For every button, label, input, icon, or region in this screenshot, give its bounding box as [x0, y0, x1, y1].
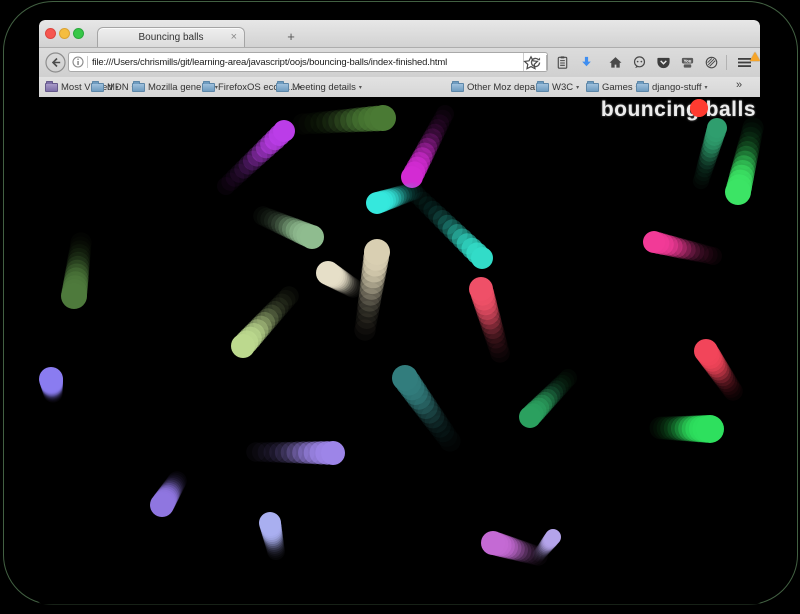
toolbar-icons: You	[520, 48, 757, 77]
downloads-button[interactable]	[575, 52, 597, 74]
bookmark-w3c[interactable]: W3C ▾	[536, 77, 579, 97]
bookmark-games[interactable]: Games ▾	[586, 77, 639, 97]
folder-icon	[536, 83, 549, 92]
folder-icon	[132, 83, 145, 92]
video-downloader-icon: You	[680, 55, 695, 70]
navigation-bar: file:///Users/chrismills/git/learning-ar…	[39, 48, 760, 77]
bookmark-label: Meeting details	[292, 82, 356, 93]
tab-bar: Bouncing balls × +	[39, 20, 760, 48]
bookmark-django-stuff[interactable]: django-stuff ▾	[636, 77, 708, 97]
bookmark-label: W3C	[552, 82, 573, 93]
warning-badge-icon	[750, 52, 760, 61]
menu-button[interactable]	[731, 52, 757, 74]
tab-title: Bouncing balls	[138, 32, 203, 43]
folder-icon	[45, 83, 58, 92]
addon-swirl-button[interactable]	[700, 52, 722, 74]
bookmark-star-button[interactable]	[520, 52, 542, 74]
video-downloader-button[interactable]: You	[676, 52, 698, 74]
toolbar-separator	[726, 55, 727, 70]
balls-canvas: bouncing balls	[39, 97, 760, 604]
bookmark-star-icon	[523, 55, 539, 71]
folder-icon	[586, 83, 599, 92]
folder-icon	[451, 83, 464, 92]
browser-window: Bouncing balls × + file	[39, 20, 760, 604]
url-bar[interactable]: file:///Users/chrismills/git/learning-ar…	[68, 52, 548, 72]
chevron-down-icon: ▾	[576, 84, 579, 91]
zoom-window-button[interactable]	[73, 28, 84, 39]
bookmark-label: Other Moz depa...	[467, 82, 543, 93]
pocket-button[interactable]	[652, 52, 674, 74]
home-icon	[608, 55, 623, 70]
folder-icon	[91, 83, 104, 92]
pocket-icon	[656, 55, 671, 70]
info-icon[interactable]	[72, 56, 84, 68]
hello-button[interactable]	[628, 52, 650, 74]
chevron-down-icon: ▾	[704, 84, 707, 91]
reading-list-button[interactable]	[551, 52, 573, 74]
download-icon	[579, 55, 594, 70]
back-button[interactable]	[45, 52, 66, 73]
screenshot-background: Bouncing balls × + file	[0, 0, 800, 614]
minimize-window-button[interactable]	[59, 28, 70, 39]
svg-text:You: You	[683, 58, 691, 63]
page-title: bouncing balls	[601, 98, 756, 122]
chevron-down-icon: ▾	[359, 84, 362, 91]
toolbar-separator	[546, 55, 547, 70]
folder-icon	[202, 83, 215, 92]
chat-bubble-icon	[632, 55, 647, 70]
home-button[interactable]	[604, 52, 626, 74]
bookmark-other-moz-departments[interactable]: Other Moz depa... ▾	[451, 77, 549, 97]
bookmarks-overflow-button[interactable]: »	[736, 79, 742, 91]
url-separator	[87, 56, 88, 68]
bookmark-meeting-details[interactable]: Meeting details ▾	[276, 77, 362, 97]
bookmarks-bar: Most Visited ▾ MDN ▾ Mozilla general ▾ F…	[39, 77, 760, 98]
bookmark-label: Games	[602, 82, 633, 93]
swirl-icon	[704, 55, 719, 70]
back-icon	[45, 52, 66, 73]
close-window-button[interactable]	[45, 28, 56, 39]
clipboard-icon	[555, 55, 570, 70]
bookmark-mdn[interactable]: MDN ▾	[91, 77, 135, 97]
new-tab-button[interactable]: +	[281, 29, 301, 44]
bookmark-label: MDN	[107, 82, 129, 93]
folder-icon	[636, 83, 649, 92]
tab-close-icon[interactable]: ×	[231, 31, 237, 43]
tab-bouncing-balls[interactable]: Bouncing balls ×	[97, 27, 245, 47]
bookmark-label: django-stuff	[652, 82, 701, 93]
url-text[interactable]: file:///Users/chrismills/git/learning-ar…	[92, 57, 523, 68]
folder-icon	[276, 83, 289, 92]
